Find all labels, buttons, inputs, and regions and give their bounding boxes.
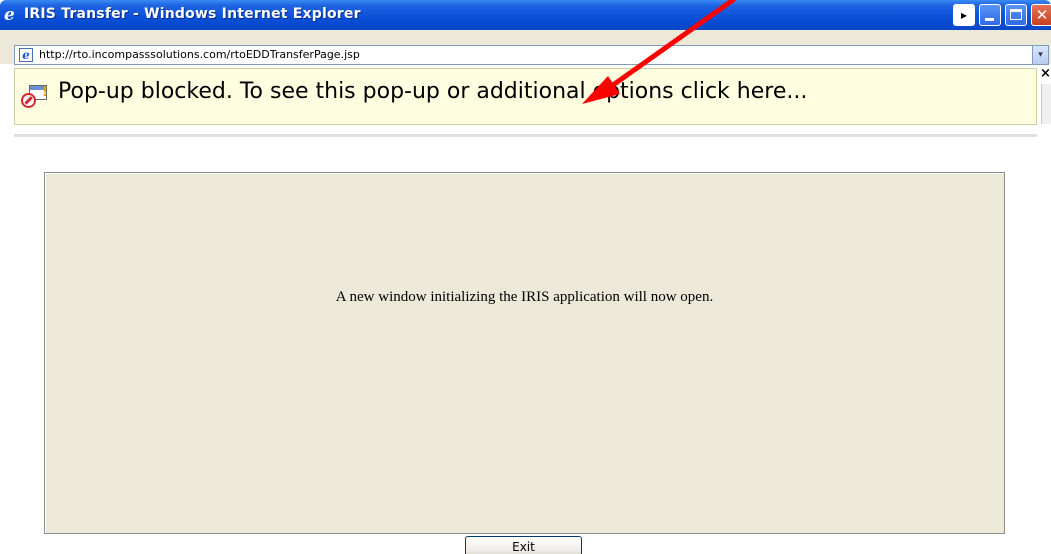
maximize-button[interactable]	[1005, 4, 1027, 26]
address-field[interactable]: e http://rto.incompasssolutions.com/rtoE…	[14, 45, 1049, 65]
infobar-close-button[interactable]: ×	[1040, 66, 1051, 81]
scrollbar[interactable]	[1041, 84, 1051, 124]
popup-blocked-icon: !	[21, 85, 48, 109]
window-title: IRIS Transfer - Windows Internet Explore…	[24, 6, 361, 22]
address-bar: e http://rto.incompasssolutions.com/rtoE…	[0, 30, 1051, 65]
exit-button[interactable]: Exit	[465, 536, 582, 554]
url-text[interactable]: http://rto.incompasssolutions.com/rtoEDD…	[39, 48, 360, 61]
window-titlebar: e IRIS Transfer - Windows Internet Explo…	[0, 0, 1051, 30]
maximize-icon	[1010, 9, 1022, 20]
address-dropdown-button[interactable]: ▾	[1032, 46, 1048, 64]
message-panel: A new window initializing the IRIS appli…	[44, 172, 1005, 534]
ie-logo-icon: e	[4, 5, 15, 25]
minimize-button[interactable]	[979, 4, 1001, 26]
arrow-icon: ▸	[960, 8, 968, 22]
infobar-message[interactable]: Pop-up blocked. To see this pop-up or ad…	[58, 79, 807, 104]
ie-page-icon: e	[19, 48, 33, 62]
popup-blocked-infobar[interactable]: ! Pop-up blocked. To see this pop-up or …	[14, 68, 1037, 125]
panel-message: A new window initializing the IRIS appli…	[335, 289, 714, 305]
close-icon: ✕	[1035, 6, 1049, 24]
close-button[interactable]: ✕	[1031, 4, 1051, 26]
minimize-icon	[985, 18, 994, 21]
arrow-button[interactable]: ▸	[953, 4, 975, 26]
